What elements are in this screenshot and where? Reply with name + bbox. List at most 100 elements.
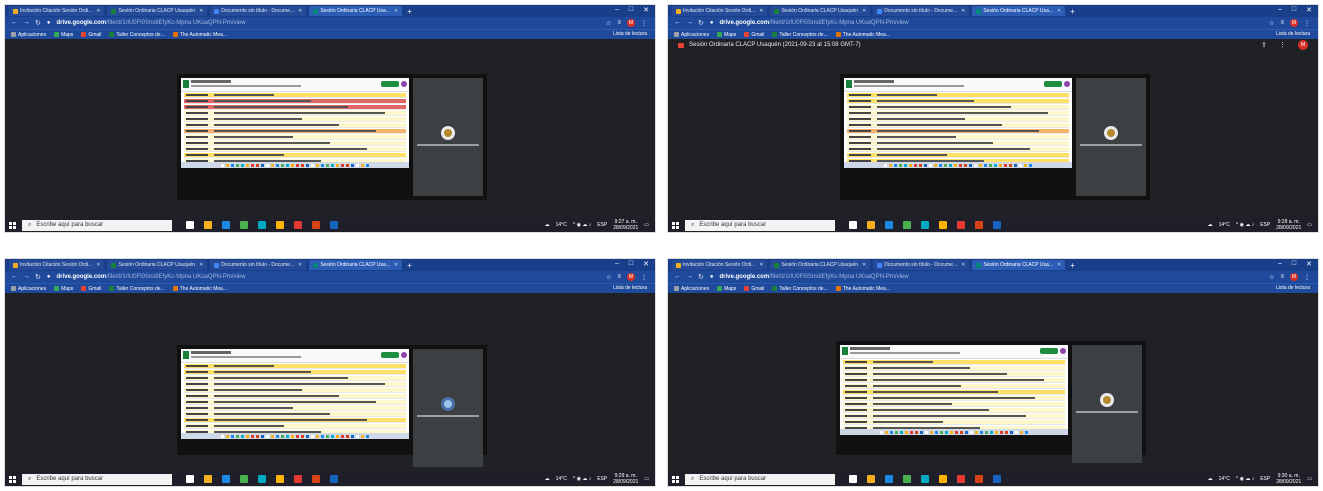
tab-close-icon[interactable]: ✕ [961, 6, 965, 16]
taskbar-app-icon[interactable] [921, 221, 929, 229]
bookmark-item[interactable]: Aplicaciones [11, 286, 46, 292]
tab-close-icon[interactable]: ✕ [759, 6, 763, 16]
browser-tab[interactable]: Sesión Ordinaria CLACP Usaquén ✕ [107, 6, 208, 16]
notifications-icon[interactable]: ▭ [644, 476, 649, 482]
back-icon[interactable]: ← [11, 273, 18, 281]
maximize-icon[interactable]: □ [629, 6, 633, 14]
new-tab-button[interactable]: + [1070, 261, 1075, 270]
meeting-profile-avatar[interactable]: M [1298, 40, 1308, 50]
windows-start-icon[interactable] [9, 475, 16, 483]
close-icon[interactable]: ✕ [1306, 260, 1312, 268]
close-icon[interactable]: ✕ [643, 260, 649, 268]
new-tab-button[interactable]: + [407, 7, 412, 16]
bookmark-item[interactable]: Maps [54, 32, 73, 38]
browser-tab[interactable]: Invitación Citación Sesión Ordi... ✕ [672, 6, 768, 16]
taskbar-app-icon[interactable] [921, 475, 929, 483]
taskbar-app-icon[interactable] [867, 221, 875, 229]
back-icon[interactable]: ← [674, 19, 681, 27]
browser-tab[interactable]: Documento sin título - Docume... ✕ [873, 260, 970, 270]
star-icon[interactable]: ☆ [606, 274, 611, 281]
url-field[interactable]: drive.google.com/file/d/1rlU0Fl0Sns8EfyK… [720, 274, 909, 280]
browser-tab[interactable]: Sesión Ordinaria CLACP Usaquén ✕ [107, 260, 208, 270]
extensions-icon[interactable]: ≡ [617, 274, 621, 280]
tab-close-icon[interactable]: ✕ [394, 6, 398, 16]
taskbar-app-icon[interactable] [240, 221, 248, 229]
close-icon[interactable]: ✕ [643, 6, 649, 14]
url-field[interactable]: drive.google.com/file/d/1rlU0Fl0Sns8EfyK… [57, 20, 246, 26]
taskbar-search[interactable]: ⌕ Escribe aquí para buscar [685, 473, 835, 485]
menu-icon[interactable]: ⋮ [641, 274, 647, 281]
taskbar-app-icon[interactable] [957, 475, 965, 483]
taskbar-app-icon[interactable] [186, 475, 194, 483]
clock[interactable]: 9:28 a. m. 28/09/2021 [1276, 219, 1301, 231]
tray-icons[interactable]: ^ ◉ ☁ ♪ [573, 476, 591, 482]
tab-close-icon[interactable]: ✕ [394, 260, 398, 270]
taskbar-app-icon[interactable] [867, 475, 875, 483]
bookmark-item[interactable]: Gmail [81, 286, 101, 292]
forward-icon[interactable]: → [686, 19, 693, 27]
url-field[interactable]: drive.google.com/file/d/1rlU0Fl0Sns8EfyK… [57, 274, 246, 280]
taskbar-app-icon[interactable] [993, 475, 1001, 483]
browser-tab[interactable]: Documento sin título - Docume... ✕ [210, 6, 307, 16]
back-icon[interactable]: ← [674, 273, 681, 281]
bookmark-item[interactable]: Taller Conceptos de... [109, 32, 165, 38]
reload-icon[interactable]: ↻ [698, 19, 704, 27]
maximize-icon[interactable]: □ [629, 260, 633, 268]
star-icon[interactable]: ☆ [1269, 274, 1274, 281]
taskbar-app-icon[interactable] [276, 221, 284, 229]
windows-start-icon[interactable] [9, 221, 16, 229]
clock[interactable]: 9:30 a. m. 28/09/2021 [1276, 473, 1301, 485]
reload-icon[interactable]: ↻ [698, 273, 704, 281]
browser-tab[interactable]: Sesión Ordinaria CLACP Usa... ✕ [309, 260, 403, 270]
bookmark-item[interactable]: Aplicaciones [11, 32, 46, 38]
taskbar-app-icon[interactable] [240, 475, 248, 483]
minimize-icon[interactable]: – [615, 6, 619, 14]
taskbar-app-icon[interactable] [294, 475, 302, 483]
reading-list-button[interactable]: Lista de lectura [1276, 285, 1310, 291]
profile-avatar[interactable]: M [627, 273, 635, 281]
taskbar-app-icon[interactable] [939, 221, 947, 229]
clock[interactable]: 9:27 a. m. 28/09/2021 [613, 219, 638, 231]
reload-icon[interactable]: ↻ [35, 273, 41, 281]
reading-list-button[interactable]: Lista de lectura [1276, 31, 1310, 37]
taskbar-app-icon[interactable] [258, 221, 266, 229]
share-icon[interactable]: ⇪ [1261, 41, 1267, 49]
forward-icon[interactable]: → [23, 19, 30, 27]
language-indicator[interactable]: ESP [597, 222, 607, 228]
reload-icon[interactable]: ↻ [35, 19, 41, 27]
taskbar-app-icon[interactable] [975, 221, 983, 229]
tray-icons[interactable]: ^ ◉ ☁ ♪ [573, 222, 591, 228]
new-tab-button[interactable]: + [1070, 7, 1075, 16]
taskbar-app-icon[interactable] [222, 475, 230, 483]
forward-icon[interactable]: → [23, 273, 30, 281]
minimize-icon[interactable]: – [1278, 260, 1282, 268]
taskbar-app-icon[interactable] [294, 221, 302, 229]
browser-tab[interactable]: Sesión Ordinaria CLACP Usaquén ✕ [770, 6, 871, 16]
bookmark-item[interactable]: The Automatic Mea... [172, 32, 227, 38]
menu-icon[interactable]: ⋮ [641, 20, 647, 27]
profile-avatar[interactable]: M [1290, 273, 1298, 281]
taskbar-search[interactable]: ⌕ Escribe aquí para buscar [22, 473, 172, 485]
taskbar-search[interactable]: ⌕ Escribe aquí para buscar [22, 219, 172, 231]
taskbar-app-icon[interactable] [312, 221, 320, 229]
language-indicator[interactable]: ESP [597, 476, 607, 482]
bookmark-item[interactable]: Aplicaciones [674, 32, 709, 38]
tab-close-icon[interactable]: ✕ [96, 260, 100, 270]
browser-tab[interactable]: Sesión Ordinaria CLACP Usa... ✕ [972, 6, 1066, 16]
windows-start-icon[interactable] [672, 221, 679, 229]
extensions-icon[interactable]: ≡ [1280, 20, 1284, 26]
bookmark-item[interactable]: The Automatic Mea... [835, 286, 890, 292]
taskbar-app-icon[interactable] [903, 475, 911, 483]
taskbar-app-icon[interactable] [330, 475, 338, 483]
bookmark-item[interactable]: Maps [717, 286, 736, 292]
taskbar-app-icon[interactable] [849, 221, 857, 229]
bookmark-item[interactable]: The Automatic Mea... [835, 32, 890, 38]
new-tab-button[interactable]: + [407, 261, 412, 270]
tab-close-icon[interactable]: ✕ [862, 6, 866, 16]
star-icon[interactable]: ☆ [1269, 20, 1274, 27]
bookmark-item[interactable]: Maps [54, 286, 73, 292]
tab-close-icon[interactable]: ✕ [199, 6, 203, 16]
taskbar-app-icon[interactable] [885, 221, 893, 229]
notifications-icon[interactable]: ▭ [1307, 222, 1312, 228]
tab-close-icon[interactable]: ✕ [961, 260, 965, 270]
